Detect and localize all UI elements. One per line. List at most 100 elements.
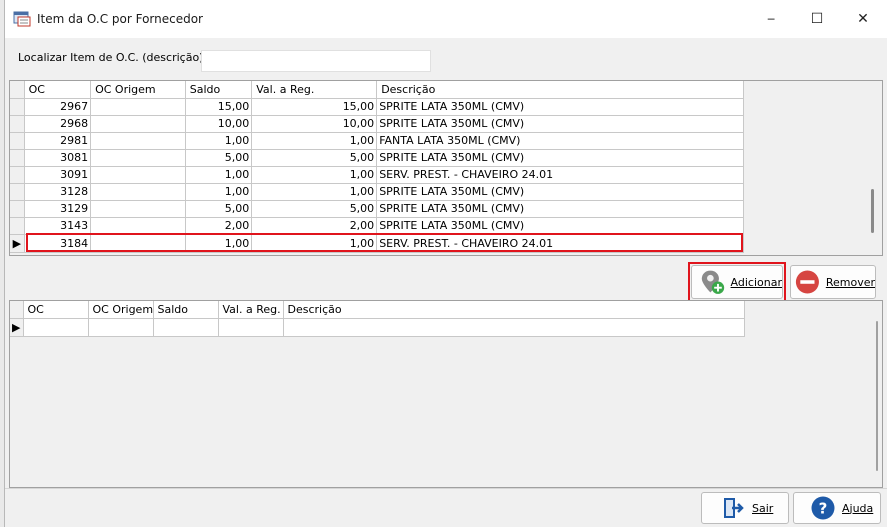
search-input[interactable]: [201, 50, 431, 72]
dialog-window: Item da O.C por Fornecedor ─ ☐ ✕ Localiz…: [4, 0, 887, 527]
cell-val-reg[interactable]: 5,00: [251, 200, 378, 218]
cell-oc[interactable]: 3184: [24, 234, 92, 253]
cell-oc[interactable]: 2981: [24, 132, 92, 150]
available-items-table: OC OC Origem Saldo Val. a Reg. Descrição…: [10, 81, 744, 253]
cell-saldo[interactable]: 10,00: [185, 115, 253, 133]
cell-val-reg[interactable]: 10,00: [251, 115, 378, 133]
cell-oc[interactable]: 3091: [24, 166, 92, 184]
help-button[interactable]: ? Ajuda: [793, 492, 881, 524]
cell-val-reg[interactable]: 2,00: [251, 217, 378, 235]
row-indicator-cell[interactable]: [10, 217, 25, 235]
cell-val-reg[interactable]: 1,00: [251, 166, 378, 184]
cell-oc[interactable]: 3128: [24, 183, 92, 201]
column-header-val-reg[interactable]: Val. a Reg.: [218, 301, 284, 319]
cell-oc-origem[interactable]: [90, 217, 186, 235]
cell-saldo[interactable]: 15,00: [185, 98, 253, 116]
cell-saldo[interactable]: 1,00: [185, 166, 253, 184]
cell-saldo[interactable]: 1,00: [185, 234, 253, 253]
cell-val-reg[interactable]: 15,00: [251, 98, 378, 116]
add-button[interactable]: Adicionar: [691, 265, 783, 299]
upper-grid-scrollbar[interactable]: [871, 189, 874, 233]
table-row[interactable]: ▶ 3184 1,00 1,00 SERV. PREST. - CHAVEIRO 24.…: [10, 234, 744, 253]
remove-button[interactable]: Remover: [790, 265, 876, 299]
column-header-val-reg[interactable]: Val. a Reg.: [251, 81, 378, 99]
cell-oc-origem[interactable]: [90, 234, 186, 253]
row-indicator-cell[interactable]: [10, 200, 25, 218]
add-button-label: Adicionar: [730, 275, 782, 289]
cell-val-reg[interactable]: 1,00: [251, 132, 378, 150]
cell-saldo[interactable]: 5,00: [185, 200, 253, 218]
selected-items-table: OC OC Origem Saldo Val. a Reg. Descrição…: [10, 301, 745, 337]
column-header-oc-origem[interactable]: OC Origem: [88, 301, 154, 319]
column-header-saldo[interactable]: Saldo: [153, 301, 219, 319]
add-location-icon: [701, 270, 725, 294]
current-row-pointer-icon[interactable]: ▶: [10, 234, 25, 253]
cell-descricao[interactable]: SERV. PREST. - CHAVEIRO 24.01: [376, 234, 744, 253]
exit-button[interactable]: Sair: [701, 492, 789, 524]
cell-descricao[interactable]: SPRITE LATA 350ML (CMV): [376, 200, 744, 218]
cell-descricao[interactable]: SPRITE LATA 350ML (CMV): [376, 98, 744, 116]
cell-oc-origem[interactable]: [90, 149, 186, 167]
cell-oc[interactable]: 3143: [24, 217, 92, 235]
table-row[interactable]: 3081 5,00 5,00 SPRITE LATA 350ML (CMV): [10, 149, 744, 167]
cell-descricao[interactable]: FANTA LATA 350ML (CMV): [376, 132, 744, 150]
cell-descricao[interactable]: SERV. PREST. - CHAVEIRO 24.01: [376, 166, 744, 184]
cell-descricao[interactable]: SPRITE LATA 350ML (CMV): [376, 149, 744, 167]
table-row[interactable]: 3143 2,00 2,00 SPRITE LATA 350ML (CMV): [10, 217, 744, 235]
table-row[interactable]: 2981 1,00 1,00 FANTA LATA 350ML (CMV): [10, 132, 744, 150]
cell-oc-origem[interactable]: [90, 98, 186, 116]
row-indicator-cell[interactable]: [10, 183, 25, 201]
table-row[interactable]: 3129 5,00 5,00 SPRITE LATA 350ML (CMV): [10, 200, 744, 218]
column-header-oc[interactable]: OC: [24, 81, 92, 99]
column-header-saldo[interactable]: Saldo: [185, 81, 253, 99]
maximize-button[interactable]: ☐: [794, 0, 840, 38]
table-row[interactable]: 3128 1,00 1,00 SPRITE LATA 350ML (CMV): [10, 183, 744, 201]
cell-val-reg[interactable]: 5,00: [251, 149, 378, 167]
cell-oc[interactable]: 3081: [24, 149, 92, 167]
cell-val-reg[interactable]: 1,00: [251, 234, 378, 253]
search-panel: Localizar Item de O.C. (descrição):: [9, 40, 883, 76]
cell-descricao[interactable]: SPRITE LATA 350ML (CMV): [376, 183, 744, 201]
close-button[interactable]: ✕: [840, 0, 886, 38]
cell-descricao[interactable]: SPRITE LATA 350ML (CMV): [376, 115, 744, 133]
minimize-icon: ─: [767, 12, 775, 26]
cell-oc-origem[interactable]: [90, 115, 186, 133]
row-indicator-cell[interactable]: [10, 115, 25, 133]
table-cell[interactable]: [218, 318, 284, 337]
lower-grid-scrollbar[interactable]: [876, 321, 878, 471]
cell-oc[interactable]: 2967: [24, 98, 92, 116]
cell-saldo[interactable]: 2,00: [185, 217, 253, 235]
column-header-descricao[interactable]: Descrição: [283, 301, 745, 319]
cell-saldo[interactable]: 1,00: [185, 132, 253, 150]
search-label: Localizar Item de O.C. (descrição):: [18, 51, 208, 64]
minimize-button[interactable]: ─: [748, 0, 794, 38]
row-indicator-cell[interactable]: [10, 149, 25, 167]
table-row[interactable]: 2967 15,00 15,00 SPRITE LATA 350ML (CMV): [10, 98, 744, 116]
empty-new-row[interactable]: ▶: [10, 318, 745, 337]
row-indicator-cell[interactable]: [10, 132, 25, 150]
cell-val-reg[interactable]: 1,00: [251, 183, 378, 201]
selected-items-grid[interactable]: OC OC Origem Saldo Val. a Reg. Descrição…: [9, 300, 883, 488]
cell-saldo[interactable]: 5,00: [185, 149, 253, 167]
column-header-oc-origem[interactable]: OC Origem: [90, 81, 186, 99]
table-row[interactable]: 2968 10,00 10,00 SPRITE LATA 350ML (CMV): [10, 115, 744, 133]
table-row[interactable]: 3091 1,00 1,00 SERV. PREST. - CHAVEIRO 24.0…: [10, 166, 744, 184]
cell-oc[interactable]: 2968: [24, 115, 92, 133]
cell-descricao[interactable]: SPRITE LATA 350ML (CMV): [376, 217, 744, 235]
cell-saldo[interactable]: 1,00: [185, 183, 253, 201]
available-items-grid[interactable]: OC OC Origem Saldo Val. a Reg. Descrição…: [9, 80, 883, 256]
cell-oc-origem[interactable]: [90, 132, 186, 150]
column-header-oc[interactable]: OC: [23, 301, 89, 319]
table-cell[interactable]: [153, 318, 219, 337]
row-indicator-cell[interactable]: [10, 98, 25, 116]
column-header-descricao[interactable]: Descrição: [376, 81, 744, 99]
row-indicator-header: [10, 301, 24, 319]
table-cell[interactable]: [283, 318, 745, 337]
cell-oc-origem[interactable]: [90, 200, 186, 218]
cell-oc[interactable]: 3129: [24, 200, 92, 218]
cell-oc-origem[interactable]: [90, 183, 186, 201]
table-cell[interactable]: [88, 318, 154, 337]
table-cell[interactable]: [23, 318, 89, 337]
row-indicator-cell[interactable]: [10, 166, 25, 184]
cell-oc-origem[interactable]: [90, 166, 186, 184]
